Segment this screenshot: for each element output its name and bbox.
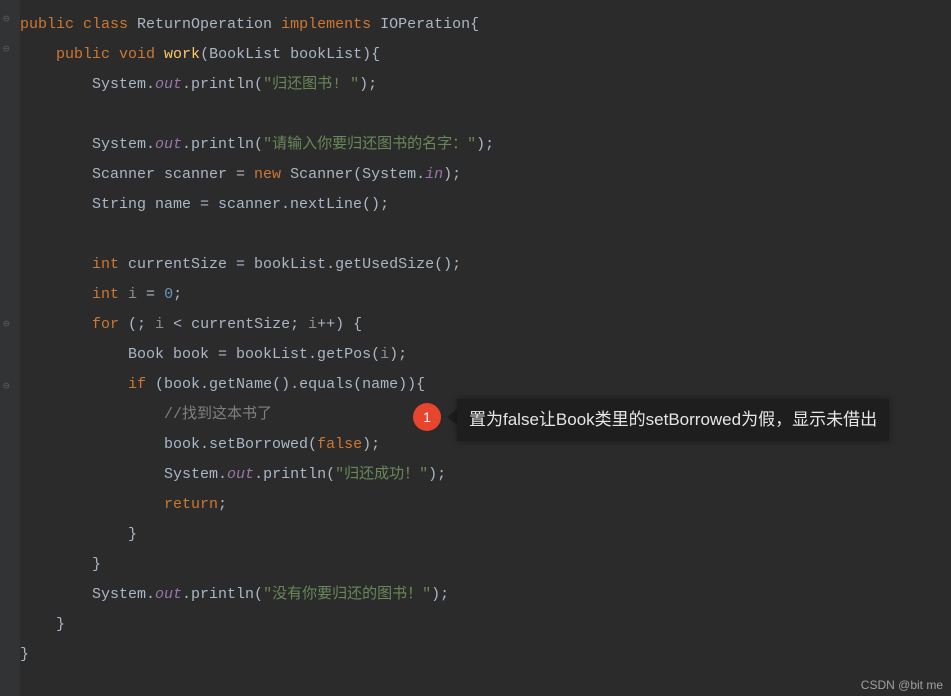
- code-token: work: [164, 46, 200, 63]
- code-token: System.: [92, 136, 155, 153]
- code-line[interactable]: public class ReturnOperation implements …: [20, 10, 951, 40]
- code-token: i: [155, 316, 164, 333]
- fold-mark-icon: ⊖: [3, 42, 10, 56]
- code-line[interactable]: System.out.println("没有你要归还的图书！");: [20, 580, 951, 610]
- code-line[interactable]: System.out.println("请输入你要归还图书的名字：");: [20, 130, 951, 160]
- fold-mark-icon: ⊖: [3, 379, 10, 393]
- code-block[interactable]: public class ReturnOperation implements …: [20, 10, 951, 670]
- code-line[interactable]: int i = 0;: [20, 280, 951, 310]
- code-token: public void: [56, 46, 164, 63]
- code-token: < currentSize;: [164, 316, 308, 333]
- code-token: }: [128, 526, 137, 543]
- code-token: "没有你要归还的图书！": [263, 586, 431, 603]
- code-token: Book book = bookList.getPos(: [128, 346, 380, 363]
- fold-mark-icon: ⊖: [3, 12, 10, 26]
- code-token: }: [20, 646, 29, 663]
- code-line[interactable]: }: [20, 610, 951, 640]
- code-line[interactable]: int currentSize = bookList.getUsedSize()…: [20, 250, 951, 280]
- code-token: int: [92, 256, 128, 273]
- annotation-number: 1: [423, 409, 431, 425]
- code-line[interactable]: if (book.getName().equals(name)){: [20, 370, 951, 400]
- code-token: return: [164, 496, 218, 513]
- code-line[interactable]: [20, 220, 951, 250]
- annotation-badge: 1: [413, 403, 441, 431]
- code-token: System.: [92, 586, 155, 603]
- annotation-text: 置为false让Book类里的setBorrowed为假，显示未借出: [469, 410, 877, 429]
- code-token: }: [92, 556, 101, 573]
- code-line[interactable]: Scanner scanner = new Scanner(System.in)…: [20, 160, 951, 190]
- watermark-text: CSDN @bit me: [861, 678, 943, 692]
- code-token: .println(: [254, 466, 335, 483]
- code-token: String name = scanner.nextLine();: [92, 196, 389, 213]
- code-token: .println(: [182, 136, 263, 153]
- code-token: if: [128, 376, 155, 393]
- code-line[interactable]: return;: [20, 490, 951, 520]
- code-token: out: [155, 586, 182, 603]
- watermark: CSDN @bit me: [861, 678, 943, 692]
- code-line[interactable]: }: [20, 520, 951, 550]
- code-token: new: [254, 166, 290, 183]
- code-line[interactable]: System.out.println("归还成功！");: [20, 460, 951, 490]
- code-token: (;: [128, 316, 155, 333]
- code-token: );: [359, 76, 377, 93]
- code-line[interactable]: System.out.println("归还图书! ");: [20, 70, 951, 100]
- code-token: out: [155, 136, 182, 153]
- code-token: );: [389, 346, 407, 363]
- code-token: );: [428, 466, 446, 483]
- code-token: ReturnOperation: [137, 16, 281, 33]
- code-token: );: [431, 586, 449, 603]
- gutter: ⊖ ⊖ ⊖ ⊖: [0, 0, 20, 696]
- code-line[interactable]: String name = scanner.nextLine();: [20, 190, 951, 220]
- code-token: System.: [92, 76, 155, 93]
- code-token: int: [92, 286, 128, 303]
- code-token: ;: [218, 496, 227, 513]
- code-token: =: [137, 286, 164, 303]
- code-token: ;: [173, 286, 182, 303]
- code-token: 0: [164, 286, 173, 303]
- code-token: );: [476, 136, 494, 153]
- code-token: out: [227, 466, 254, 483]
- code-token: for: [92, 316, 128, 333]
- code-token: }: [56, 616, 65, 633]
- code-token: i: [128, 286, 137, 303]
- annotation-tooltip: 置为false让Book类里的setBorrowed为假，显示未借出: [457, 399, 889, 441]
- tooltip-arrow-icon: [447, 409, 457, 425]
- code-token: currentSize = bookList.getUsedSize();: [128, 256, 461, 273]
- code-token: "请输入你要归还图书的名字：": [263, 136, 476, 153]
- code-token: ++) {: [317, 316, 362, 333]
- code-token: (book.getName().equals(name)){: [155, 376, 425, 393]
- code-token: .println(: [182, 76, 263, 93]
- code-token: out: [155, 76, 182, 93]
- code-token: (: [200, 46, 209, 63]
- annotation-callout: 1 置为false让Book类里的setBorrowed为假，显示未借出: [413, 399, 889, 441]
- code-line[interactable]: }: [20, 640, 951, 670]
- code-token: );: [443, 166, 461, 183]
- code-token: implements: [281, 16, 380, 33]
- code-token: //找到这本书了: [164, 406, 272, 423]
- code-token: Scanner(System.: [290, 166, 425, 183]
- code-token: book.setBorrowed(: [164, 436, 317, 453]
- code-token: Scanner scanner =: [92, 166, 254, 183]
- code-editor[interactable]: ⊖ ⊖ ⊖ ⊖ public class ReturnOperation imp…: [0, 0, 951, 696]
- code-token: BookList bookList: [209, 46, 362, 63]
- code-token: .println(: [182, 586, 263, 603]
- code-line[interactable]: Book book = bookList.getPos(i);: [20, 340, 951, 370]
- code-token: public class: [20, 16, 137, 33]
- code-line[interactable]: for (; i < currentSize; i++) {: [20, 310, 951, 340]
- code-token: {: [470, 16, 479, 33]
- code-line[interactable]: public void work(BookList bookList){: [20, 40, 951, 70]
- code-token: false: [317, 436, 362, 453]
- code-token: System.: [164, 466, 227, 483]
- code-token: ){: [362, 46, 380, 63]
- code-line[interactable]: }: [20, 550, 951, 580]
- code-token: );: [362, 436, 380, 453]
- code-token: IOPeration: [380, 16, 470, 33]
- code-line[interactable]: [20, 100, 951, 130]
- code-token: "归还图书! ": [263, 76, 359, 93]
- code-token: in: [425, 166, 443, 183]
- fold-mark-icon: ⊖: [3, 317, 10, 331]
- code-token: i: [380, 346, 389, 363]
- code-token: "归还成功！": [335, 466, 428, 483]
- code-token: i: [308, 316, 317, 333]
